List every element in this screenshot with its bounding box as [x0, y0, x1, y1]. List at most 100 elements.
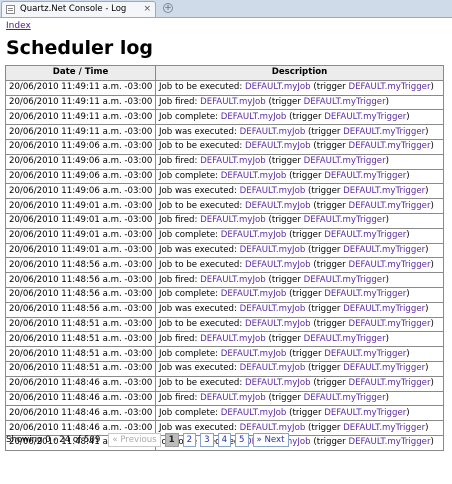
desc-text: (trigger	[305, 304, 344, 315]
table-row: 20/06/2010 11:49:06 a.m. -03:00 Job to be…	[5, 138, 444, 155]
table-row: 20/06/2010 11:48:56 a.m. -03:00 Job to be…	[5, 257, 444, 274]
row-datetime: 20/06/2010 11:49:06 a.m. -03:00	[5, 168, 156, 185]
job-key: DEFAULT.myJob	[244, 378, 311, 389]
desc-text: )	[406, 230, 410, 241]
desc-text: )	[406, 407, 410, 418]
trigger-key: DEFAULT.myTrigger	[348, 437, 431, 448]
row-datetime: 20/06/2010 11:48:51 a.m. -03:00	[5, 360, 156, 377]
log-table-body: 20/06/2010 11:49:11 a.m. -03:00 Job to be…	[5, 79, 444, 451]
trigger-key: DEFAULT.myTrigger	[348, 318, 431, 329]
desc-text: (trigger	[305, 244, 344, 255]
job-key: DEFAULT.myJob	[220, 407, 287, 418]
table-row: 20/06/2010 11:48:56 a.m. -03:00 Job was e…	[5, 301, 444, 318]
desc-text: (trigger	[286, 230, 325, 241]
browser-tab[interactable]: Quartz.Net Console - Log ×	[1, 1, 156, 17]
desc-text: )	[385, 333, 389, 344]
trigger-key: DEFAULT.myTrigger	[303, 215, 386, 226]
desc-text: (trigger	[310, 378, 349, 389]
row-description: Job complete: DEFAULT.myJob (trigger DEF…	[155, 109, 444, 126]
row-description: Job fired: DEFAULT.myJob (trigger DEFAUL…	[155, 390, 444, 407]
trigger-key: DEFAULT.myTrigger	[324, 170, 407, 181]
row-datetime: 20/06/2010 11:49:01 a.m. -03:00	[5, 212, 156, 229]
table-row: 20/06/2010 11:48:46 a.m. -03:00 Job compl…	[5, 405, 444, 422]
row-description: Job to be executed: DEFAULT.myJob (trigg…	[155, 257, 444, 274]
trigger-key: DEFAULT.myTrigger	[303, 96, 386, 107]
desc-text: Job to be executed:	[159, 318, 245, 329]
desc-text: (trigger	[286, 289, 325, 300]
desc-text: )	[430, 318, 434, 329]
page-title: Scheduler log	[6, 37, 154, 59]
next-page-button[interactable]: » Next	[252, 433, 289, 447]
job-key: DEFAULT.myJob	[200, 215, 266, 226]
page-button-4[interactable]: 4	[217, 433, 232, 447]
job-key: DEFAULT.myJob	[200, 156, 266, 167]
desc-text: )	[406, 348, 410, 359]
desc-text: )	[425, 126, 429, 137]
row-description: Job to be executed: DEFAULT.myJob (trigg…	[155, 198, 444, 214]
row-description: Job to be executed: DEFAULT.myJob (trigg…	[155, 138, 444, 155]
desc-text: Job complete:	[159, 407, 221, 418]
desc-text: )	[430, 437, 434, 448]
job-key: DEFAULT.myJob	[239, 126, 306, 137]
trigger-key: DEFAULT.myTrigger	[343, 363, 426, 374]
table-row: 20/06/2010 11:49:01 a.m. -03:00 Job fired…	[5, 212, 444, 229]
trigger-key: DEFAULT.myTrigger	[343, 304, 426, 315]
row-description: Job complete: DEFAULT.myJob (trigger DEF…	[155, 286, 444, 303]
tab-title: Quartz.Net Console - Log	[20, 4, 127, 14]
desc-text: (trigger	[286, 348, 325, 359]
trigger-key: DEFAULT.myTrigger	[324, 407, 407, 418]
trigger-key: DEFAULT.myTrigger	[348, 259, 431, 270]
table-row: 20/06/2010 11:48:51 a.m. -03:00 Job compl…	[5, 346, 444, 362]
desc-text: (trigger	[286, 407, 325, 418]
row-datetime: 20/06/2010 11:48:56 a.m. -03:00	[5, 272, 156, 288]
desc-text: )	[425, 244, 429, 255]
row-datetime: 20/06/2010 11:49:01 a.m. -03:00	[5, 198, 156, 214]
row-description: Job complete: DEFAULT.myJob (trigger DEF…	[155, 405, 444, 422]
previous-page-button: « Previous	[108, 433, 161, 447]
row-description: Job was executed: DEFAULT.myJob (trigger…	[155, 183, 444, 200]
log-table: Date / Time Description 20/06/2010 11:49…	[5, 65, 444, 451]
column-header-datetime[interactable]: Date / Time	[5, 65, 156, 81]
page-button-2[interactable]: 2	[182, 433, 197, 447]
desc-text: )	[425, 363, 429, 374]
trigger-key: DEFAULT.myTrigger	[324, 111, 407, 122]
table-row: 20/06/2010 11:49:06 a.m. -03:00 Job fired…	[5, 153, 444, 170]
close-tab-icon[interactable]: ×	[143, 3, 151, 15]
table-row: 20/06/2010 11:48:46 a.m. -03:00 Job fired…	[5, 390, 444, 407]
desc-text: (trigger	[265, 333, 304, 344]
page-button-5[interactable]: 5	[235, 433, 249, 447]
table-row: 20/06/2010 11:49:11 a.m. -03:00 Job compl…	[5, 109, 444, 126]
desc-text: Job fired:	[159, 333, 201, 344]
desc-text: (trigger	[305, 126, 344, 137]
row-datetime: 20/06/2010 11:48:46 a.m. -03:00	[5, 405, 156, 422]
desc-text: (trigger	[265, 156, 304, 167]
row-description: Job to be executed: DEFAULT.myJob (trigg…	[155, 375, 444, 392]
desc-text: Job was executed:	[159, 304, 240, 315]
desc-text: (trigger	[305, 422, 344, 433]
row-description: Job fired: DEFAULT.myJob (trigger DEFAUL…	[155, 272, 444, 288]
new-tab-icon[interactable]: +	[163, 3, 173, 13]
row-datetime: 20/06/2010 11:49:06 a.m. -03:00	[5, 153, 156, 170]
trigger-key: DEFAULT.myTrigger	[324, 289, 407, 300]
index-link[interactable]: Index	[6, 21, 31, 31]
job-key: DEFAULT.myJob	[220, 170, 287, 181]
row-datetime: 20/06/2010 11:49:01 a.m. -03:00	[5, 242, 156, 259]
desc-text: (trigger	[310, 82, 349, 93]
desc-text: Job was executed:	[159, 185, 240, 196]
row-datetime: 20/06/2010 11:49:11 a.m. -03:00	[5, 79, 156, 96]
desc-text: )	[425, 185, 429, 196]
row-description: Job was executed: DEFAULT.myJob (trigger…	[155, 242, 444, 259]
desc-text: )	[385, 96, 389, 107]
desc-text: Job to be executed:	[159, 378, 245, 389]
row-description: Job was executed: DEFAULT.myJob (trigger…	[155, 360, 444, 377]
column-header-description[interactable]: Description	[155, 65, 444, 81]
job-key: DEFAULT.myJob	[239, 304, 306, 315]
desc-text: (trigger	[265, 274, 304, 285]
row-datetime: 20/06/2010 11:49:01 a.m. -03:00	[5, 227, 156, 244]
page-button-3[interactable]: 3	[200, 433, 214, 447]
trigger-key: DEFAULT.myTrigger	[343, 244, 426, 255]
desc-text: )	[385, 156, 389, 167]
table-row: 20/06/2010 11:49:06 a.m. -03:00 Job compl…	[5, 168, 444, 185]
trigger-key: DEFAULT.myTrigger	[303, 392, 386, 403]
trigger-key: DEFAULT.myTrigger	[324, 348, 407, 359]
